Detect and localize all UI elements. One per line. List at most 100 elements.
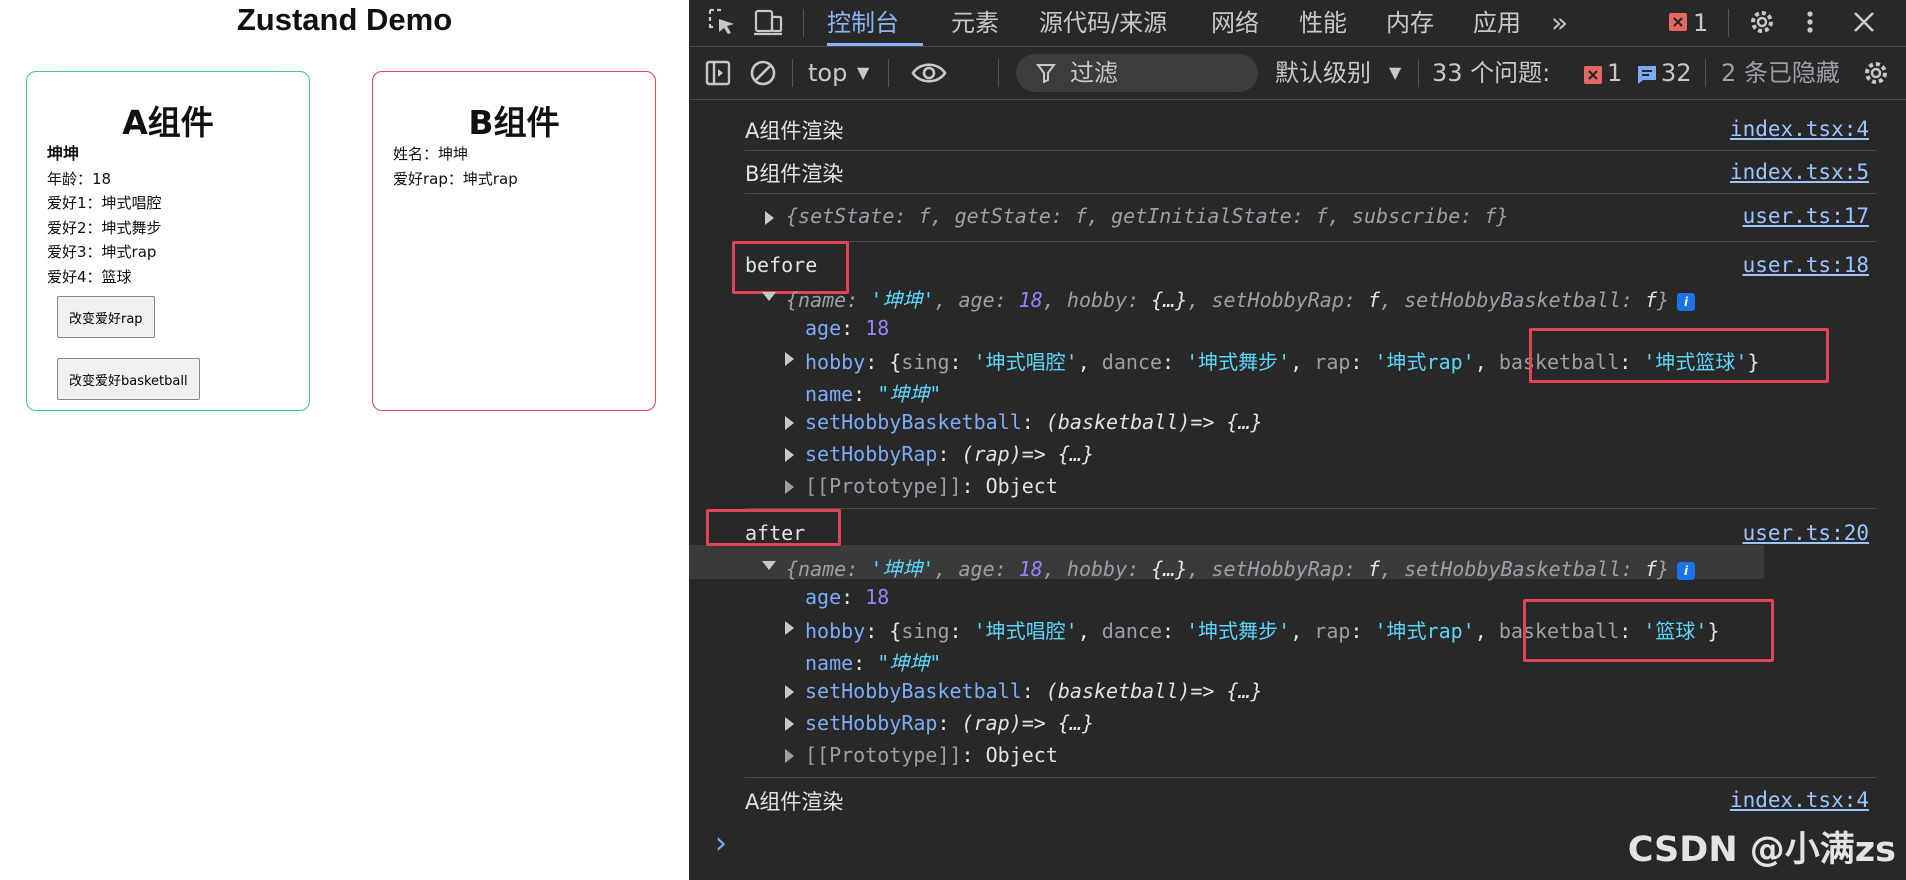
prop-set-hobby-basketball[interactable]: setHobbyBasketball: (basketball)=> {…} — [805, 410, 1263, 434]
basketball-before-highlight-box — [1529, 328, 1829, 383]
user-age: 年龄：18 — [47, 169, 112, 188]
log-message: B组件渲染 — [745, 162, 844, 186]
chevron-down-icon[interactable]: ▼ — [1389, 47, 1401, 99]
issues-error-count[interactable]: 1 — [1607, 47, 1622, 99]
log-source-link[interactable]: index.tsx:5 — [1730, 160, 1869, 184]
card-heading: A组件 — [122, 103, 214, 142]
issues-label[interactable]: 33 个问题: — [1432, 47, 1550, 99]
info-icon[interactable]: i — [1677, 292, 1696, 311]
expand-arrow-icon[interactable] — [765, 211, 774, 225]
hobby-rap: 爱好rap：坤式rap — [393, 169, 518, 188]
state-object-summary[interactable]: {name: '坤坤', age: 18, hobby: {…}, setHob… — [786, 553, 1696, 582]
prop-prototype[interactable]: [[Prototype]]: Object — [805, 743, 1058, 767]
prop-prototype[interactable]: [[Prototype]]: Object — [805, 474, 1058, 498]
info-icon[interactable]: i — [1677, 561, 1696, 580]
tab-performance[interactable]: 性能 — [1299, 0, 1347, 46]
log-source-link[interactable]: user.ts:17 — [1743, 204, 1869, 228]
user-name: 姓名：坤坤 — [393, 145, 469, 163]
tab-memory[interactable]: 内存 — [1386, 0, 1434, 46]
log-level-selector[interactable]: 默认级别 — [1275, 47, 1371, 99]
card-a-info: 坤坤 年龄：18 爱好1：坤式唱腔 爱好2：坤式舞步 爱好3：坤式rap 爱好4… — [47, 142, 162, 289]
prop-name: name: "坤坤" — [805, 651, 942, 675]
change-basketball-button[interactable]: 改变爱好basketball — [57, 358, 200, 400]
gear-icon[interactable] — [1859, 55, 1893, 91]
divider — [745, 777, 1877, 778]
hobby-2: 爱好2：坤式舞步 — [47, 218, 162, 237]
inspect-element-icon[interactable] — [705, 4, 739, 40]
log-source-link[interactable]: index.tsx:4 — [1730, 117, 1869, 141]
expand-arrow-icon[interactable] — [785, 621, 794, 635]
tab-network[interactable]: 网络 — [1211, 0, 1259, 46]
issues-info-count[interactable]: 32 — [1661, 47, 1692, 99]
log-source-link[interactable]: user.ts:18 — [1743, 253, 1869, 277]
error-icon[interactable] — [1583, 65, 1603, 89]
divider — [792, 59, 793, 87]
collapse-arrow-icon[interactable] — [762, 561, 776, 570]
tab-application[interactable]: 应用 — [1473, 0, 1521, 46]
expand-arrow-icon[interactable] — [785, 717, 794, 731]
more-options-icon[interactable] — [1793, 4, 1827, 40]
divider — [888, 59, 889, 87]
console-toolbar: top ▼ 过滤 默认级别 ▼ 33 个问题: 1 32 2 条已隐藏 — [689, 47, 1906, 100]
state-object-summary[interactable]: {name: '坤坤', age: 18, hobby: {…}, setHob… — [786, 284, 1696, 313]
expand-arrow-icon[interactable] — [785, 416, 794, 430]
divider — [745, 508, 1877, 509]
hobby-1: 爱好1：坤式唱腔 — [47, 194, 162, 212]
prop-set-hobby-basketball[interactable]: setHobbyBasketball: (basketball)=> {…} — [805, 679, 1263, 703]
eye-icon[interactable] — [909, 55, 949, 91]
divider — [745, 241, 1877, 242]
prop-age: age: 18 — [805, 316, 890, 340]
error-count[interactable]: 1 — [1693, 0, 1708, 46]
filter-icon — [1036, 63, 1056, 87]
basketball-after-highlight-box — [1523, 599, 1774, 662]
tab-console[interactable]: 控制台 — [827, 0, 899, 46]
prop-name: name: "坤坤" — [805, 382, 942, 406]
expand-arrow-icon[interactable] — [785, 749, 794, 763]
divider — [1728, 9, 1729, 37]
log-message: A组件渲染 — [745, 790, 844, 814]
context-selector[interactable]: top — [808, 47, 847, 99]
expand-arrow-icon[interactable] — [785, 480, 794, 494]
sidebar-toggle-icon[interactable] — [701, 55, 735, 91]
log-message: A组件渲染 — [745, 119, 844, 143]
divider — [745, 193, 1877, 194]
error-icon[interactable] — [1667, 4, 1689, 40]
clear-console-icon[interactable] — [746, 55, 780, 91]
tab-sources[interactable]: 源代码/来源 — [1039, 0, 1167, 46]
log-source-link[interactable]: user.ts:20 — [1743, 521, 1869, 545]
divider — [998, 59, 999, 87]
console-prompt[interactable]: › — [715, 826, 727, 861]
expand-arrow-icon[interactable] — [785, 448, 794, 462]
prop-set-hobby-rap[interactable]: setHobbyRap: (rap)=> {…} — [805, 442, 1094, 466]
hidden-count: 2 条已隐藏 — [1721, 59, 1840, 87]
hobby-3: 爱好3：坤式rap — [47, 243, 157, 261]
log-source-link[interactable]: index.tsx:4 — [1730, 788, 1869, 812]
more-tabs-button[interactable]: » — [1551, 0, 1568, 46]
change-rap-button[interactable]: 改变爱好rap — [57, 296, 155, 338]
active-tab-indicator — [827, 43, 923, 46]
component-a-card: A组件 坤坤 年龄：18 爱好1：坤式唱腔 爱好2：坤式舞步 爱好3：坤式rap… — [26, 71, 310, 411]
watermark: CSDN @小满zs — [1627, 830, 1896, 870]
divider — [1418, 59, 1419, 87]
devtools-panel: 控制台 元素 源代码/来源 网络 性能 内存 应用 » 1 top ▼ 过滤 默… — [689, 0, 1906, 880]
devtools-tab-bar: 控制台 元素 源代码/来源 网络 性能 内存 应用 » 1 — [689, 0, 1906, 47]
after-highlight-box — [706, 509, 841, 546]
expand-arrow-icon[interactable] — [785, 685, 794, 699]
chevron-down-icon[interactable]: ▼ — [857, 47, 869, 99]
gear-icon[interactable] — [1745, 4, 1779, 40]
message-icon[interactable] — [1636, 64, 1658, 90]
prop-age: age: 18 — [805, 585, 890, 609]
device-toolbar-icon[interactable] — [751, 4, 785, 40]
close-icon[interactable] — [1847, 4, 1881, 40]
prop-set-hobby-rap[interactable]: setHobbyRap: (rap)=> {…} — [805, 711, 1094, 735]
store-object-summary[interactable]: {setState: f, getState: f, getInitialSta… — [786, 204, 1508, 228]
page-title: Zustand Demo — [236, 2, 453, 37]
hobby-4: 爱好4：篮球 — [47, 267, 132, 286]
expand-arrow-icon[interactable] — [785, 352, 794, 366]
filter-placeholder: 过滤 — [1070, 59, 1118, 87]
tab-elements[interactable]: 元素 — [951, 0, 999, 46]
user-name: 坤坤 — [47, 144, 80, 163]
filter-input[interactable]: 过滤 — [1016, 54, 1258, 92]
collapse-arrow-icon[interactable] — [762, 292, 776, 301]
card-heading: B组件 — [468, 103, 560, 142]
